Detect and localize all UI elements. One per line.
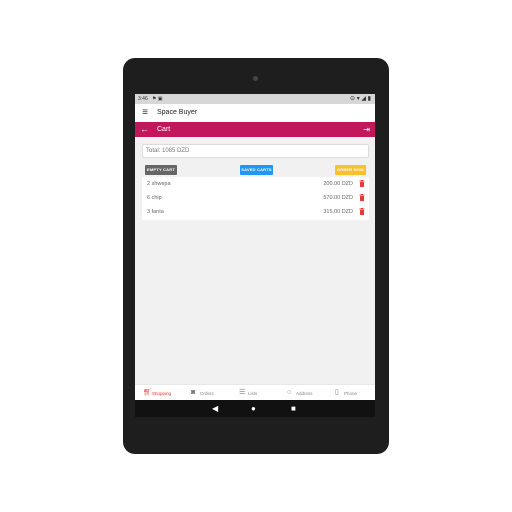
bottom-navigation: 🛒︎ Shopping ◙ Orders ☰ Lists ○ Address ▯… (135, 384, 375, 400)
home-icon[interactable]: ● (251, 404, 256, 413)
nav-orders[interactable]: ◙ Orders (183, 385, 231, 401)
location-icon: ○ (287, 389, 292, 396)
list-item[interactable]: 2 shwepa 200.00 DZD (142, 177, 369, 191)
saved-carts-button[interactable]: SAVED CARTS (240, 165, 273, 175)
list-item[interactable]: 3 fanta 315.00 DZD (142, 205, 369, 219)
back-icon[interactable]: ◀ (212, 404, 218, 413)
cart-toolbar: ← Cart ⇥ (135, 122, 375, 137)
nav-label: Phone (344, 391, 358, 396)
cart-title: Cart (157, 126, 171, 133)
nav-lists[interactable]: ☰ Lists (231, 385, 279, 401)
hamburger-icon[interactable]: ≡ (140, 107, 150, 118)
list-item[interactable]: 6 chip 570.00 DZD (142, 191, 369, 205)
status-indicators: ⊝ ▾ ◢ ▮ (350, 96, 371, 102)
status-bar: 3:46 ⚑ ▣ ⊝ ▾ ◢ ▮ (135, 94, 375, 104)
app-screen: 3:46 ⚑ ▣ ⊝ ▾ ◢ ▮ ≡ Space Buyer ← Cart ⇥ … (135, 94, 375, 417)
cart-icon: 🛒︎ (143, 389, 152, 396)
nav-phone[interactable]: ▯ Phone (327, 385, 375, 401)
back-arrow-icon[interactable]: ← (140, 124, 149, 134)
app-bar: ≡ Space Buyer (135, 104, 375, 122)
item-price: 315.00 DZD (323, 209, 353, 215)
item-name: 2 shwepa (147, 181, 171, 187)
delete-icon[interactable] (359, 180, 365, 187)
status-time: 3:46 (138, 96, 148, 102)
cart-items-list: 2 shwepa 200.00 DZD 6 chip 570.00 DZD 3 … (142, 177, 369, 220)
nav-label: Lists (248, 391, 258, 396)
nav-label: Orders (200, 391, 214, 396)
delete-icon[interactable] (359, 194, 365, 201)
exit-icon[interactable]: ⇥ (363, 125, 370, 134)
phone-icon: ▯ (335, 389, 339, 396)
nav-label: Shopping (152, 391, 172, 396)
camera-icon (253, 76, 258, 81)
item-name: 3 fanta (147, 209, 164, 215)
order-now-button[interactable]: ORDER NOW (335, 165, 366, 175)
app-title: Space Buyer (157, 109, 198, 116)
list-icon: ☰ (239, 389, 246, 396)
empty-cart-button[interactable]: EMPTY CART (145, 165, 177, 175)
cart-total: Total: 1085 DZD (142, 144, 369, 158)
system-navigation-bar: ◀ ● ■ (135, 400, 375, 417)
delete-icon[interactable] (359, 208, 365, 215)
item-name: 6 chip (147, 195, 162, 201)
camera-icon: ◙ (191, 389, 196, 396)
nav-address[interactable]: ○ Address (279, 385, 327, 401)
item-price: 570.00 DZD (323, 195, 353, 201)
nav-label: Address (296, 391, 313, 396)
recents-icon[interactable]: ■ (291, 404, 296, 413)
item-price: 200.00 DZD (323, 181, 353, 187)
notification-icons: ⚑ ▣ (152, 96, 163, 102)
nav-shopping[interactable]: 🛒︎ Shopping (135, 385, 183, 401)
